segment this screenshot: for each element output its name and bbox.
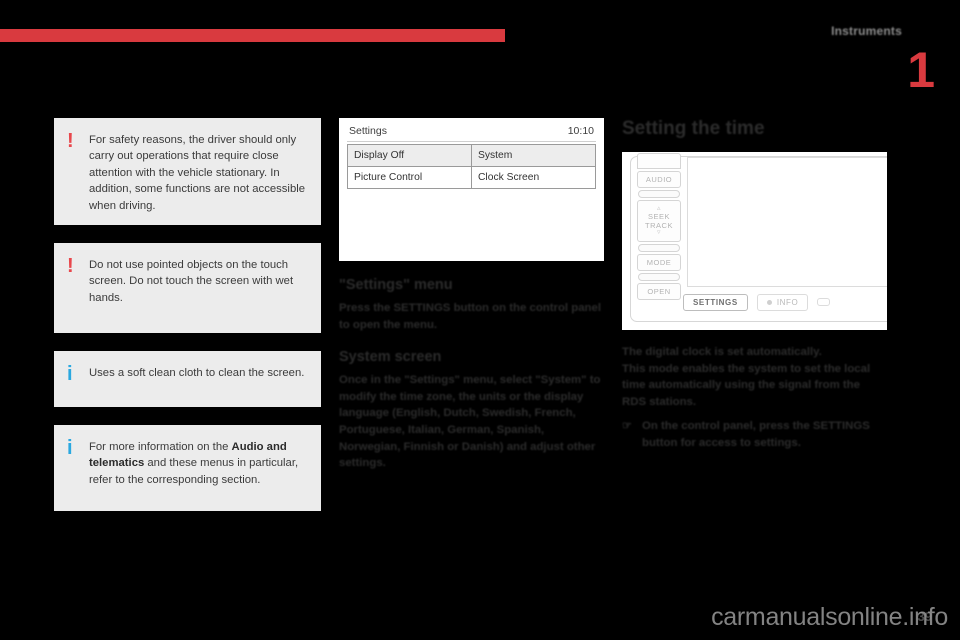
table-row[interactable]: Display Off System [347,144,596,167]
middle-column: Settings 10:10 Display Off System Pictur… [339,118,604,472]
menu-item-system[interactable]: System [471,144,596,167]
settings-button[interactable]: SETTINGS [683,293,748,311]
info-button[interactable]: INFO [756,293,809,311]
settings-screen-figure: Settings 10:10 Display Off System Pictur… [339,118,604,261]
information-i-icon: i [67,437,73,459]
more-information-callout: i For more information on the Audio and … [54,425,321,511]
system-screen-heading: System screen [339,349,442,366]
radio-button-audio[interactable]: AUDIO [637,171,681,188]
chapter-number: 1 [907,42,935,98]
pointing-hand-icon: ☞ [622,420,632,433]
table-row[interactable]: Picture Control Clock Screen [347,166,596,189]
menu-item-clock-screen[interactable]: Clock Screen [471,166,596,189]
radio-button-seek-label: SEEK [647,212,670,221]
settings-menu-heading: "Settings" menu [339,277,453,293]
radio-button-mode[interactable]: MODE [637,254,681,271]
clock-auto-paragraph-2: This mode enables the system to set the … [622,362,871,408]
touchscreen-warning-callout: ! Do not use pointed objects on the touc… [54,243,321,333]
settings-menu-paragraph: Press the SETTINGS button on the control… [339,302,602,331]
cleaning-info-callout: i Uses a soft clean cloth to clean the s… [54,351,321,407]
radio-display-area [687,157,887,287]
header-red-rule [0,29,505,42]
touchscreen-warning-text: Do not use pointed objects on the touch … [89,259,294,304]
safety-warning-callout: ! For safety reasons, the driver should … [54,118,321,225]
settings-menu-table: Display Off System Picture Control Clock… [347,144,596,189]
information-i-icon: i [67,363,73,385]
radio-button-partial-top[interactable] [637,153,681,169]
radio-panel-bottom-buttons: SETTINGS INFO [683,291,887,313]
more-info-text-before: For more information on the [89,441,232,453]
menu-item-display-off[interactable]: Display Off [347,144,472,167]
safety-warning-text: For safety reasons, the driver should on… [89,134,306,212]
settings-screen-topbar: Settings 10:10 [347,125,596,142]
radio-panel-body: AUDIO ▵ SEEK TRACK ▿ MODE OPEN SETTINGS … [630,153,887,322]
radio-button-partial-right[interactable] [817,298,831,306]
info-button-label: INFO [776,297,799,307]
right-column: Setting the time AUDIO ▵ SEEK TRACK ▿ MO… [622,118,887,452]
settings-access-bullet: ☞ On the control panel, press the SETTIN… [622,418,887,451]
menu-item-picture-control[interactable]: Picture Control [347,166,472,189]
left-column: ! For safety reasons, the driver should … [54,118,321,526]
settings-access-bullet-text: On the control panel, press the SETTINGS… [642,420,870,449]
clock-auto-paragraph-1: The digital clock is set automatically. [622,346,822,358]
info-dot-icon [766,299,772,305]
radio-panel-side-buttons: AUDIO ▵ SEEK TRACK ▿ MODE OPEN [637,153,681,302]
warning-exclamation-icon: ! [67,130,74,152]
system-screen-paragraph: Once in the "Settings" menu, select "Sys… [339,374,601,470]
radio-divider-bar-1 [638,190,680,198]
radio-button-open[interactable]: OPEN [637,283,681,300]
radio-divider-bar-2 [638,244,680,252]
warning-exclamation-icon: ! [67,255,74,277]
settings-screen-clock: 10:10 [567,125,594,137]
page-section-title: Instruments [831,24,902,38]
radio-button-seek-track[interactable]: ▵ SEEK TRACK ▿ [637,200,681,242]
more-information-text: For more information on the Audio and te… [89,439,307,488]
cleaning-info-text: Uses a soft clean cloth to clean the scr… [89,367,305,379]
radio-control-panel-figure: AUDIO ▵ SEEK TRACK ▿ MODE OPEN SETTINGS … [622,152,887,330]
chevron-down-icon: ▿ [656,229,661,236]
radio-divider-bar-3 [638,273,680,281]
page-title: Setting the time [622,118,765,139]
site-watermark: carmanualsonline.info [711,603,948,631]
settings-screen-title: Settings [349,125,387,137]
